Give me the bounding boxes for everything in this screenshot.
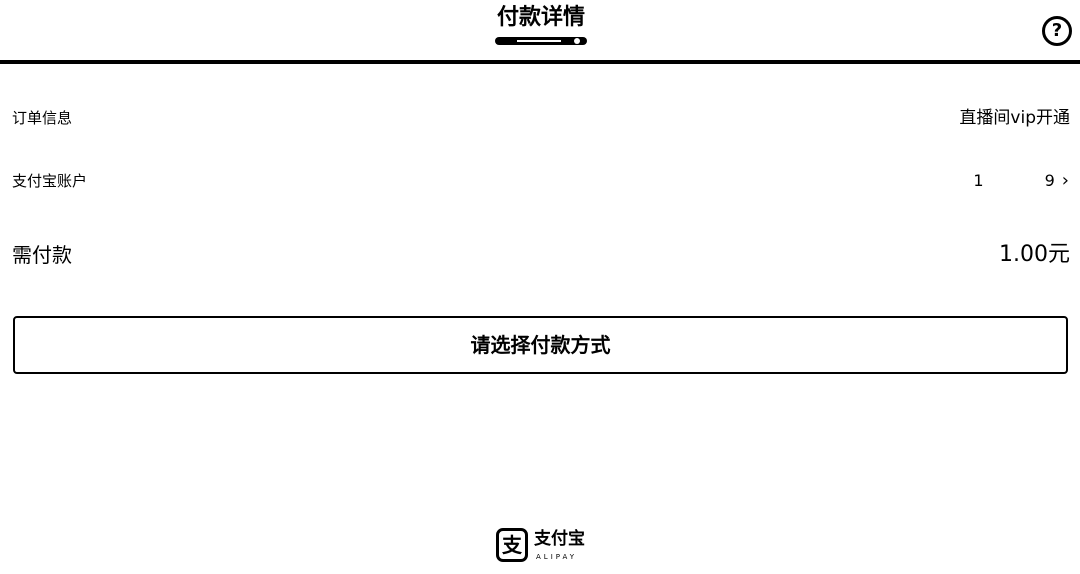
amount-due-row: 需付款 1.00元 xyxy=(12,237,1070,273)
account-value-start: 1 xyxy=(973,171,985,190)
alipay-account-value: 1 9 › xyxy=(973,166,1070,196)
order-info-value: 直播间vip开通 xyxy=(959,108,1070,128)
alipay-account-label: 支付宝账户 xyxy=(12,172,88,190)
account-value-end: 9 xyxy=(1044,171,1056,190)
help-button[interactable]: ? xyxy=(1042,16,1072,46)
alipay-footer-logo: 支 支付宝 ALIPAY xyxy=(496,528,596,566)
question-circle-icon: ? xyxy=(1051,20,1063,41)
order-info-row: 订单信息 直播间vip开通 xyxy=(12,103,1070,133)
title-decoration-icon xyxy=(495,37,587,45)
alipay-brand-en: ALIPAY xyxy=(536,553,578,561)
header-bar: 付款详情 ? xyxy=(0,0,1080,64)
header-title-wrap: 付款详情 xyxy=(492,4,590,48)
order-info-label: 订单信息 xyxy=(12,109,73,127)
payment-details-page: 付款详情 ? 订单信息 直播间vip开通 支付宝账户 1 9 › 需付款 1.00元… xyxy=(0,0,1080,574)
alipay-brand-text: 支付宝 xyxy=(534,529,585,549)
alipay-account-row[interactable]: 支付宝账户 1 9 › xyxy=(12,166,1070,196)
chevron-right-icon: › xyxy=(1061,170,1070,191)
select-payment-method-button[interactable]: 请选择付款方式 xyxy=(13,316,1068,374)
amount-due-label: 需付款 xyxy=(12,243,72,267)
amount-due-value: 1.00元 xyxy=(999,242,1070,267)
alipay-logo-icon: 支 xyxy=(496,528,528,562)
page-title: 付款详情 xyxy=(496,5,585,30)
